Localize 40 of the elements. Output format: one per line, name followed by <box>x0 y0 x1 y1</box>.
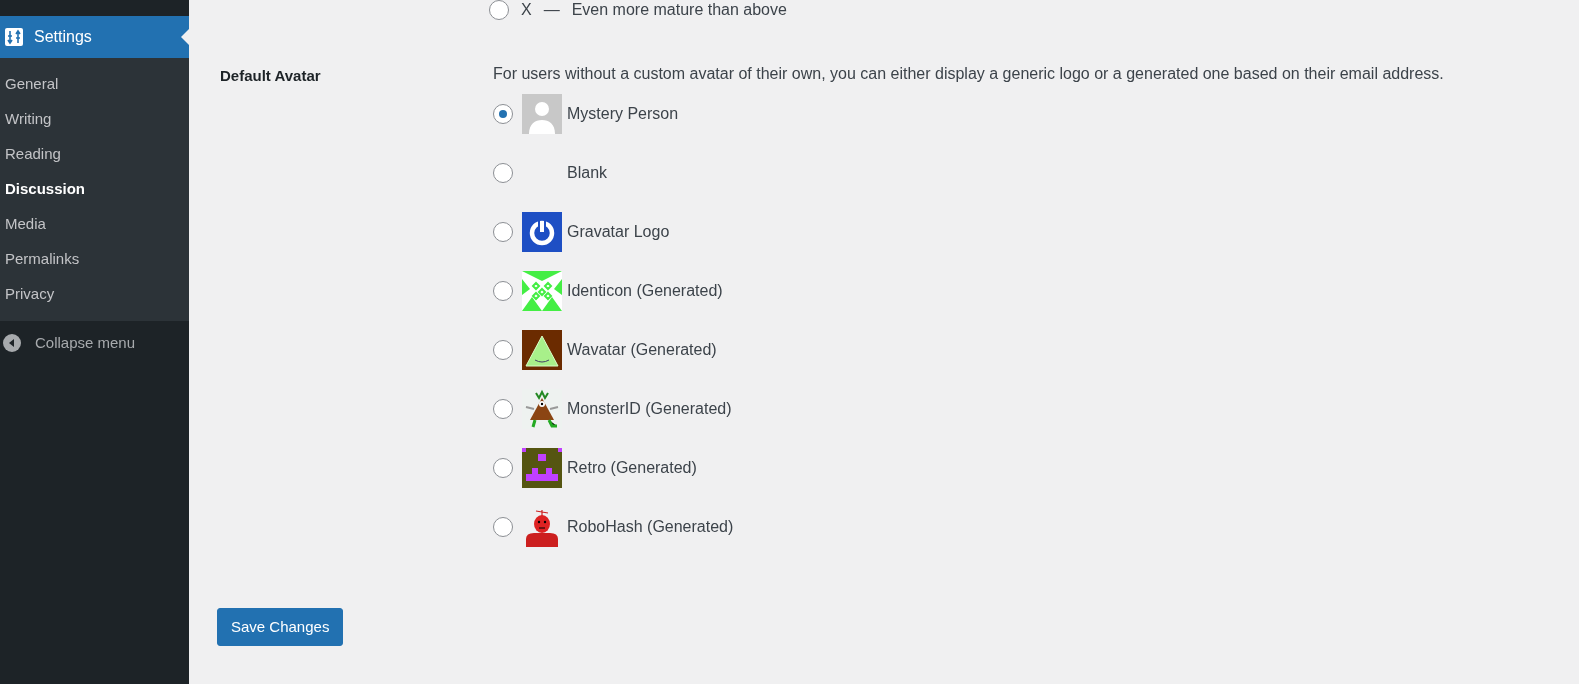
radio-button[interactable] <box>493 281 513 301</box>
option-label[interactable]: Gravatar Logo <box>567 220 670 244</box>
wavatar-avatar <box>522 330 562 370</box>
power-symbol-icon <box>522 212 562 252</box>
radio-button[interactable] <box>489 0 509 20</box>
radio-button[interactable] <box>493 163 513 183</box>
field-description: For users without a custom avatar of their own, you can either display a generic logo or a generated one based on their email address. <box>493 64 1444 84</box>
sliders-icon <box>4 27 24 47</box>
sidebar-submenu-item[interactable]: Reading <box>0 136 66 171</box>
mystery-person-avatar <box>522 94 562 134</box>
sidebar-submenu-item[interactable]: Permalinks <box>0 241 85 276</box>
sidebar-submenu-item[interactable]: General <box>0 66 64 101</box>
option-label[interactable]: Retro (Generated) <box>567 456 697 480</box>
option-label[interactable]: Identicon (Generated) <box>567 279 723 303</box>
option-label[interactable]: Mystery Person <box>567 102 679 126</box>
retro-avatar <box>522 448 562 488</box>
radio-button[interactable] <box>493 104 513 124</box>
collapse-menu-button[interactable]: Collapse menu <box>0 321 189 365</box>
rating-code: X <box>521 1 532 19</box>
rating-dash: — <box>543 1 560 19</box>
save-changes-button[interactable]: Save Changes <box>217 608 344 646</box>
option-label[interactable]: RoboHash (Generated) <box>567 515 734 539</box>
radio-button[interactable] <box>493 517 513 537</box>
sidebar-submenu-item[interactable]: Media <box>0 206 51 241</box>
sidebar-submenu-item[interactable]: Discussion <box>0 171 91 206</box>
option-label[interactable]: Blank <box>567 161 608 185</box>
radio-button[interactable] <box>493 458 513 478</box>
sidebar-menu-item[interactable]: Settings <box>0 16 189 58</box>
radio-button[interactable] <box>493 399 513 419</box>
sidebar-submenu-item[interactable]: Writing <box>0 101 57 136</box>
option-label[interactable]: Wavatar (Generated) <box>567 338 717 362</box>
field-label: Default Avatar <box>220 66 322 86</box>
rating-description: Even more mature than above <box>571 1 787 19</box>
sidebar-submenu-item[interactable]: Privacy <box>0 276 60 311</box>
radio-button[interactable] <box>493 340 513 360</box>
option-label[interactable]: MonsterID (Generated) <box>567 397 732 421</box>
identicon-avatar <box>522 271 562 311</box>
current-item-pointer <box>181 29 189 45</box>
left-arrow-circle-icon <box>3 334 21 352</box>
radio-button[interactable] <box>493 222 513 242</box>
